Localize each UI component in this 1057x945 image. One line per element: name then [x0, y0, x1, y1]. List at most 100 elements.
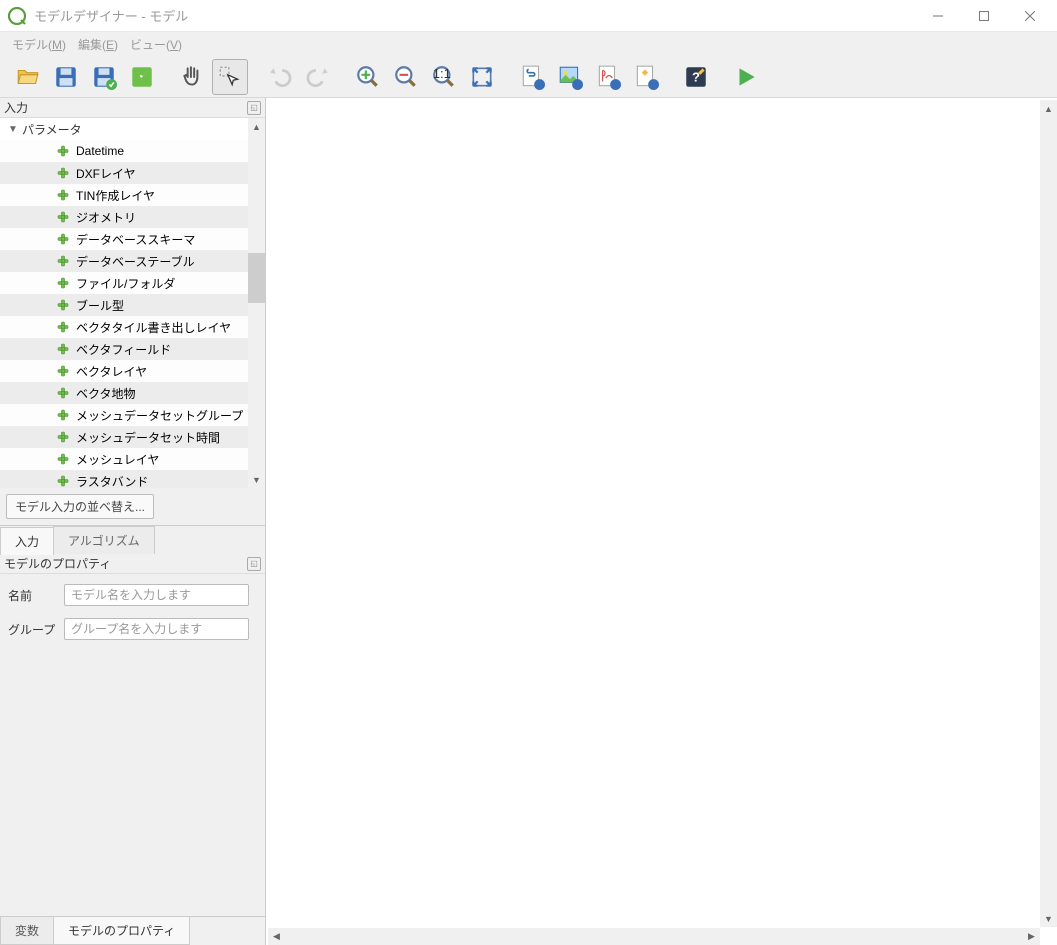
add-icon	[56, 474, 70, 488]
model-group-input[interactable]	[64, 618, 249, 640]
input-item-label: データベーススキーマ	[76, 231, 195, 248]
inputs-panel-pin-icon[interactable]: ◱	[247, 101, 261, 115]
canvas-vertical-scrollbar[interactable]: ▲ ▼	[1040, 100, 1057, 927]
menu-model[interactable]: モデル(M)	[8, 34, 70, 55]
close-button[interactable]	[1007, 0, 1053, 32]
input-item-label: ベクタレイヤ	[76, 363, 147, 380]
input-item[interactable]: Datetime	[0, 140, 248, 162]
help-button[interactable]: ?	[678, 59, 714, 95]
inputs-panel-title: 入力	[4, 99, 247, 116]
input-item-label: データベーステーブル	[76, 253, 195, 270]
app-icon	[8, 7, 26, 25]
input-item[interactable]: メッシュデータセット時間	[0, 426, 248, 448]
properties-panel-header: モデルのプロパティ ◱	[0, 554, 265, 574]
minimize-button[interactable]	[915, 0, 961, 32]
input-item[interactable]: ベクタレイヤ	[0, 360, 248, 382]
export-image-button[interactable]	[552, 59, 588, 95]
input-item[interactable]: ベクタフィールド	[0, 338, 248, 360]
add-icon	[56, 386, 70, 400]
export-svg-button[interactable]	[628, 59, 664, 95]
svg-text:1:1: 1:1	[433, 66, 451, 81]
input-item-label: ファイル/フォルダ	[76, 275, 175, 292]
input-item[interactable]: メッシュデータセットグループ	[0, 404, 248, 426]
inputs-group-parameters[interactable]: ▼ パラメータ	[0, 118, 248, 140]
input-item[interactable]: ブール型	[0, 294, 248, 316]
model-canvas[interactable]	[268, 100, 1055, 943]
save-in-project-button[interactable]	[86, 59, 122, 95]
save-as-button[interactable]	[124, 59, 160, 95]
export-python-button[interactable]	[514, 59, 550, 95]
input-item[interactable]: ベクタ地物	[0, 382, 248, 404]
svg-text:?: ?	[692, 69, 700, 84]
menu-edit[interactable]: 編集(E)	[74, 34, 122, 55]
canvas-horizontal-scrollbar[interactable]: ◀ ▶	[268, 928, 1040, 945]
input-item-label: ジオメトリ	[76, 209, 136, 226]
add-icon	[56, 254, 70, 268]
left-panel: 入力 ◱ ▼ パラメータ Datetime DXFレイヤ TIN作成レイヤジオメトリ…	[0, 98, 266, 945]
zoom-1-1-button[interactable]: 1:1	[426, 59, 462, 95]
model-name-label: 名前	[8, 587, 58, 604]
run-button[interactable]	[728, 59, 764, 95]
input-item-label: メッシュデータセット時間	[76, 429, 220, 446]
inputs-scrollbar[interactable]: ▲ ▼	[248, 118, 265, 488]
input-item[interactable]: データベーススキーマ	[0, 228, 248, 250]
input-item-label: メッシュデータセットグループ	[76, 407, 243, 424]
add-icon	[56, 276, 70, 290]
open-button[interactable]	[10, 59, 46, 95]
menubar: モデル(M) 編集(E) ビュー(V)	[0, 32, 1057, 56]
inputs-tree[interactable]: ▼ パラメータ Datetime DXFレイヤ TIN作成レイヤジオメトリデータベー…	[0, 118, 248, 488]
menu-view[interactable]: ビュー(V)	[126, 34, 186, 55]
pan-button[interactable]	[174, 59, 210, 95]
tab-inputs[interactable]: 入力	[0, 527, 54, 555]
input-item-label: ブール型	[76, 297, 124, 314]
input-item-label: ベクタタイル書き出しレイヤ	[76, 319, 231, 336]
input-item-label: ベクタフィールド	[76, 341, 171, 358]
save-button[interactable]	[48, 59, 84, 95]
model-canvas-wrap: ▲ ▼ ◀ ▶	[266, 98, 1057, 945]
input-item[interactable]: ファイル/フォルダ	[0, 272, 248, 294]
input-item[interactable]: TIN作成レイヤ	[0, 184, 248, 206]
input-item[interactable]: ラスタバンド	[0, 470, 248, 488]
add-icon	[56, 430, 70, 444]
zoom-in-button[interactable]	[350, 59, 386, 95]
toolbar: 1:1 ?	[0, 56, 1057, 98]
export-pdf-button[interactable]	[590, 59, 626, 95]
add-icon	[56, 144, 70, 158]
input-item-label: TIN作成レイヤ	[76, 187, 155, 204]
select-button[interactable]	[212, 59, 248, 95]
input-item-label: ベクタ地物	[76, 385, 136, 402]
add-icon	[56, 364, 70, 378]
add-icon	[56, 342, 70, 356]
undo-button[interactable]	[262, 59, 298, 95]
input-item[interactable]: メッシュレイヤ	[0, 448, 248, 470]
reorder-inputs-button[interactable]: モデル入力の並べ替え...	[6, 494, 154, 519]
tab-algorithms[interactable]: アルゴリズム	[53, 526, 155, 554]
bottom-tab-properties[interactable]: モデルのプロパティ	[53, 917, 190, 945]
add-icon	[56, 166, 70, 180]
add-icon	[56, 188, 70, 202]
redo-button[interactable]	[300, 59, 336, 95]
input-item-label: Datetime	[76, 144, 124, 158]
model-group-label: グループ	[8, 621, 58, 638]
input-item-label: メッシュレイヤ	[76, 451, 159, 468]
bottom-tab-variables[interactable]: 変数	[0, 917, 54, 945]
input-item-label: DXFレイヤ	[76, 165, 136, 182]
zoom-full-button[interactable]	[464, 59, 500, 95]
zoom-out-button[interactable]	[388, 59, 424, 95]
inputs-panel-header: 入力 ◱	[0, 98, 265, 118]
properties-panel-pin-icon[interactable]: ◱	[247, 557, 261, 571]
add-icon	[56, 210, 70, 224]
add-icon	[56, 298, 70, 312]
input-item[interactable]: データベーステーブル	[0, 250, 248, 272]
add-icon	[56, 452, 70, 466]
properties-panel-title: モデルのプロパティ	[4, 555, 247, 572]
maximize-button[interactable]	[961, 0, 1007, 32]
inputs-group-label: パラメータ	[22, 121, 82, 138]
input-item[interactable]: ジオメトリ	[0, 206, 248, 228]
input-item[interactable]: DXFレイヤ	[0, 162, 248, 184]
input-item[interactable]: ベクタタイル書き出しレイヤ	[0, 316, 248, 338]
collapse-icon[interactable]: ▼	[8, 124, 22, 135]
add-icon	[56, 320, 70, 334]
model-name-input[interactable]	[64, 584, 249, 606]
add-icon	[56, 232, 70, 246]
